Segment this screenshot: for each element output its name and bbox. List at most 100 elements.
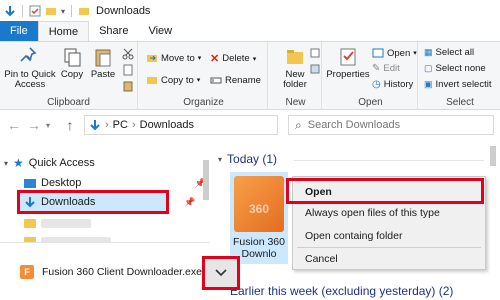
- invert-selection-button[interactable]: ▣ Invert selectit: [424, 79, 491, 90]
- quick-access-toolbar: ▾: [4, 5, 90, 17]
- invert-selection-label: Invert selectit: [435, 79, 492, 90]
- delete-label: Delete: [222, 53, 250, 64]
- nav-scrollbar[interactable]: [202, 142, 210, 242]
- qat-dropdown-icon[interactable]: ▾: [61, 7, 65, 16]
- paste-icon: [95, 49, 111, 67]
- pin-icon: [20, 47, 37, 62]
- new-item-icon[interactable]: [310, 48, 320, 58]
- tab-share[interactable]: Share: [89, 21, 138, 41]
- menu-item-always-open[interactable]: Always open files of this type: [305, 207, 440, 219]
- address-bar[interactable]: › PC › Downloads: [84, 115, 278, 135]
- paste-button[interactable]: Paste: [88, 46, 118, 80]
- move-to-icon: [147, 55, 157, 62]
- copy-to-button[interactable]: Copy to ▾: [146, 74, 200, 86]
- copy-icon: [64, 48, 81, 67]
- nav-desktop-label: Desktop: [41, 177, 82, 189]
- menu-item-open-folder[interactable]: Open containg folder: [305, 230, 402, 242]
- folder-icon[interactable]: [45, 5, 57, 17]
- file-tile-fusion[interactable]: 360 Fusion 360 Downlo: [230, 172, 288, 264]
- select-all-button[interactable]: ▦ Select all: [424, 47, 474, 58]
- blurred-label: [41, 218, 91, 228]
- properties-label: Properties: [326, 69, 370, 80]
- folder-icon: [24, 218, 36, 228]
- downloads-highlight: [17, 190, 169, 214]
- rename-label: Rename: [225, 74, 261, 86]
- scroll-thumb[interactable]: [203, 160, 209, 200]
- thumb-watermark: 360: [248, 202, 270, 216]
- clipboard-label: Clipboard: [47, 97, 90, 108]
- download-item[interactable]: F Fusion 360 Client Downloader.exe: [20, 265, 202, 279]
- dropdown-icon: ▾: [413, 50, 417, 57]
- easy-access-icon[interactable]: [310, 64, 320, 74]
- copy-to-label: Copy to: [161, 74, 194, 86]
- dropdown-icon: ▾: [197, 55, 202, 62]
- history-icon: ◷: [372, 79, 381, 90]
- up-arrow-icon[interactable]: ↑: [62, 117, 78, 133]
- group-header-today[interactable]: ▾ Today (1): [218, 152, 277, 166]
- fusion-file-icon: F: [20, 265, 34, 279]
- paste-shortcut-icon[interactable]: [122, 80, 134, 92]
- download-file-name: Fusion 360 Client Downloader.exe: [42, 266, 202, 278]
- recent-locations-icon[interactable]: ▾: [46, 121, 50, 130]
- copy-path-icon[interactable]: [122, 64, 134, 76]
- menu-separator: [297, 247, 481, 248]
- properties-icon: [340, 48, 356, 66]
- open-ribbon-button[interactable]: Open ▾: [372, 47, 417, 59]
- divider: [294, 160, 484, 161]
- chevron-right-icon: ›: [131, 119, 136, 131]
- clipboard-group: Pin to Quick Access Copy Paste Clipboard: [0, 42, 138, 110]
- select-none-icon: ▢: [424, 63, 433, 73]
- fusion-360-icon: 360: [234, 176, 284, 232]
- content-scrollbar[interactable]: [488, 142, 498, 300]
- search-box[interactable]: ⌕ Search Downloads: [288, 115, 494, 135]
- star-icon: ★: [13, 156, 24, 170]
- nav-blurred-item[interactable]: [24, 214, 224, 232]
- properties-button[interactable]: Properties: [326, 46, 370, 80]
- breadcrumb-downloads[interactable]: Downloads: [140, 119, 194, 131]
- move-to-button[interactable]: Move to ▾: [146, 52, 201, 64]
- select-none-button[interactable]: ▢ Select none: [424, 63, 486, 74]
- downloads-icon: [90, 120, 100, 131]
- chevron-right-icon: ›: [105, 119, 109, 131]
- scroll-thumb[interactable]: [490, 146, 496, 166]
- checklist-icon[interactable]: [29, 5, 41, 17]
- organize-group: Move to ▾ Copy to ▾ ✕ Delete ▾ Rename Organ…: [140, 42, 268, 110]
- nav-quick-access[interactable]: ▾ ★ Quick Access: [4, 154, 204, 172]
- title-bar: ▾ Downloads: [0, 0, 500, 22]
- rename-icon: [210, 77, 222, 84]
- divider: [22, 5, 23, 17]
- back-arrow-icon[interactable]: ←: [6, 117, 22, 133]
- edit-icon: ✎: [372, 63, 381, 74]
- address-bar-row: ← → ▾ ↑ › PC › Downloads ⌕ Search Downlo…: [0, 110, 500, 140]
- chevron-highlight: [202, 256, 240, 290]
- edit-button[interactable]: ✎ Edit: [372, 63, 400, 74]
- invert-selection-icon: ▣: [424, 79, 433, 89]
- history-label: History: [383, 79, 414, 90]
- forward-arrow-icon[interactable]: →: [26, 117, 42, 133]
- pin-to-quick-access-button[interactable]: Pin to Quick Access: [2, 46, 58, 90]
- download-bar: F Fusion 360 Client Downloader.exe: [0, 242, 210, 300]
- nav-quick-access-label: Quick Access: [28, 157, 95, 169]
- down-arrow-icon[interactable]: [4, 5, 16, 17]
- group-header-earlier[interactable]: Earlier this week (excluding yesterday) …: [230, 284, 453, 298]
- tab-file[interactable]: File: [0, 21, 38, 41]
- dropdown-icon: ▾: [196, 77, 201, 84]
- delete-icon: ✕: [210, 53, 220, 65]
- select-label: Select: [446, 97, 474, 108]
- pin-icon: 📌: [184, 197, 196, 207]
- chevron-down-icon: ▾: [4, 158, 9, 168]
- organize-label: Organize: [183, 97, 224, 108]
- breadcrumb-pc[interactable]: PC: [113, 119, 128, 131]
- delete-button[interactable]: ✕ Delete ▾: [210, 52, 256, 65]
- history-button[interactable]: ◷ History: [372, 79, 413, 90]
- open-highlight: [286, 178, 484, 204]
- select-all-label: Select all: [435, 47, 475, 58]
- tab-home[interactable]: Home: [37, 21, 90, 41]
- menu-item-cancel[interactable]: Cancel: [305, 253, 338, 265]
- rename-button[interactable]: Rename: [210, 74, 261, 86]
- open-group: Properties Open ▾ ✎ Edit ◷ History Open: [324, 42, 418, 110]
- copy-button[interactable]: Copy: [58, 46, 86, 80]
- tab-view[interactable]: View: [138, 21, 182, 41]
- scissors-icon[interactable]: [122, 48, 134, 60]
- select-group: ▦ Select all ▢ Select none ▣ Invert sele…: [420, 42, 500, 110]
